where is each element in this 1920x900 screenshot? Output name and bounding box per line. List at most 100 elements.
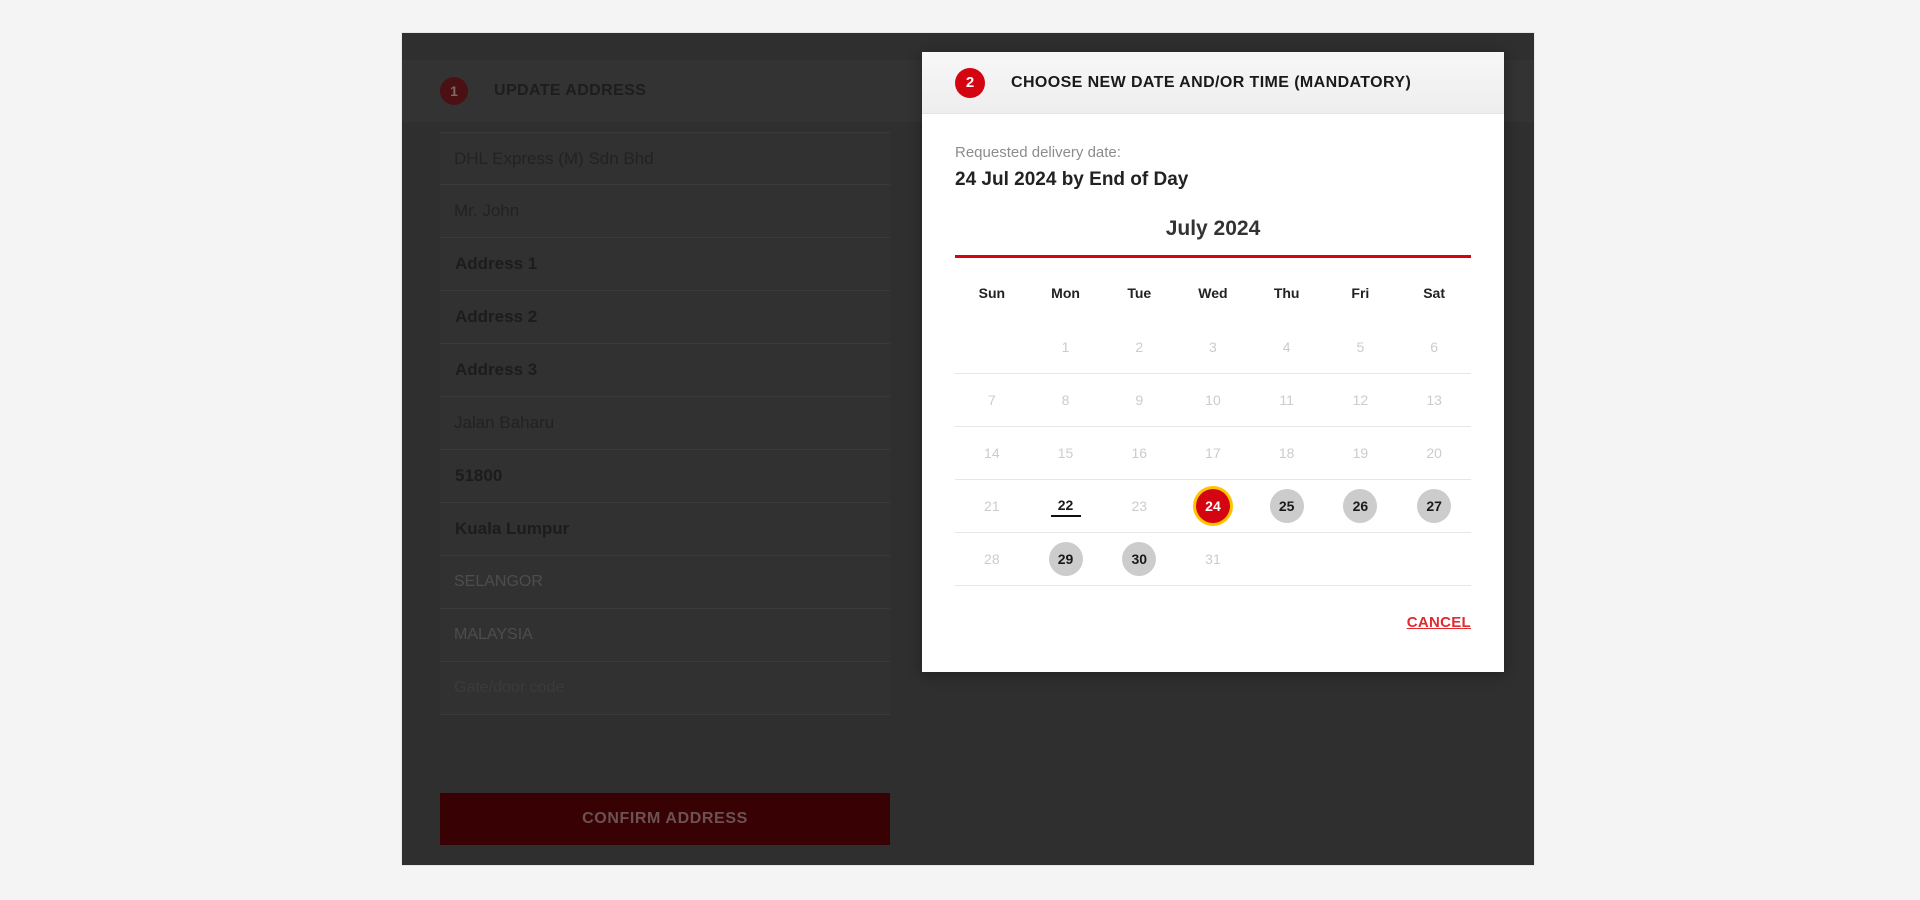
weekday-header-mon: Mon bbox=[1051, 285, 1080, 301]
calendar-month-title: July 2024 bbox=[1165, 217, 1261, 240]
weekday-header-sat: Sat bbox=[1423, 285, 1445, 301]
calendar-cell: 23 bbox=[1102, 479, 1177, 533]
calendar-day-3: 3 bbox=[1209, 339, 1217, 355]
address-field-5[interactable]: Jalan Baharu bbox=[440, 397, 890, 450]
address-field-9[interactable]: MALAYSIA bbox=[440, 609, 890, 662]
calendar-day-17: 17 bbox=[1205, 445, 1221, 461]
calendar-cell: 24 bbox=[1176, 479, 1250, 533]
address-field-8[interactable]: SELANGOR bbox=[440, 556, 890, 609]
calendar-day-1: 1 bbox=[1061, 339, 1070, 355]
choose-date-modal: 2 CHOOSE NEW DATE AND/OR TIME (MANDATORY… bbox=[922, 52, 1504, 672]
calendar-cell: 2 bbox=[1102, 321, 1176, 374]
calendar-day-29[interactable]: 29 bbox=[1048, 542, 1083, 576]
calendar-day-25[interactable]: 25 bbox=[1269, 489, 1304, 523]
calendar-cell: 10 bbox=[1176, 373, 1250, 427]
calendar-cell: 3 bbox=[1176, 321, 1250, 374]
calendar-cell-empty bbox=[1249, 532, 1324, 586]
requested-delivery-date-label: Requested delivery date: bbox=[955, 144, 1121, 161]
screen-root: 1 UPDATE ADDRESS DHL Express (M) Sdn Bhd… bbox=[0, 0, 1920, 900]
calendar-day-30[interactable]: 30 bbox=[1122, 542, 1157, 576]
modal-body: Requested delivery date: 24 Jul 2024 by … bbox=[922, 114, 1504, 586]
calendar-cell: 12 bbox=[1323, 373, 1398, 427]
calendar-day-4: 4 bbox=[1282, 339, 1291, 355]
calendar-day-21: 21 bbox=[984, 498, 1000, 514]
address-field-value-3: Address 2 bbox=[455, 307, 538, 326]
calendar-week-row: 21 22 23 24 25 26 27 bbox=[955, 479, 1471, 533]
calendar-day-14: 14 bbox=[984, 445, 1000, 461]
address-field-value-10: Gate/door code bbox=[454, 679, 565, 696]
address-field-6[interactable]: 51800 bbox=[440, 450, 890, 503]
modal-title: CHOOSE NEW DATE AND/OR TIME (MANDATORY) bbox=[1011, 73, 1412, 91]
address-field-value-7: Kuala Lumpur bbox=[455, 519, 570, 538]
calendar-week-row: 7 8 9 10 11 12 13 bbox=[955, 373, 1471, 427]
address-field-2[interactable]: Address 1 bbox=[440, 238, 890, 291]
calendar-day-6: 6 bbox=[1430, 339, 1438, 355]
calendar-day-5: 5 bbox=[1356, 339, 1365, 355]
address-field-value-9: MALAYSIA bbox=[454, 626, 533, 643]
update-address-title: UPDATE ADDRESS bbox=[494, 82, 647, 99]
address-field-value-5: Jalan Baharu bbox=[454, 413, 555, 432]
address-field-value-2: Address 1 bbox=[455, 254, 538, 273]
cancel-link[interactable]: CANCEL bbox=[1407, 614, 1471, 631]
step-1-badge: 1 bbox=[440, 77, 468, 105]
calendar-cell: 4 bbox=[1250, 321, 1324, 374]
weekday-header-thu: Thu bbox=[1273, 285, 1300, 301]
calendar-day-11: 11 bbox=[1279, 392, 1294, 408]
calendar-week-row: 14 15 16 17 18 19 20 bbox=[955, 426, 1471, 480]
requested-delivery-date-value: 24 Jul 2024 by End of Day bbox=[955, 169, 1189, 190]
calendar-day-31: 31 bbox=[1205, 551, 1221, 567]
address-field-10[interactable]: Gate/door code bbox=[440, 662, 890, 715]
weekday-header-fri: Fri bbox=[1351, 285, 1370, 301]
calendar-cell: 17 bbox=[1176, 426, 1250, 480]
calendar-weeks: 1 2 3 4 5 6 7 8 9 10 11 12 13 14 15 16 17 18 19 20 21 22 23 24 2… bbox=[955, 321, 1471, 586]
calendar-day-22: 22 bbox=[1050, 495, 1081, 517]
address-field-7[interactable]: Kuala Lumpur bbox=[440, 503, 890, 556]
weekday-header-sun: Sun bbox=[978, 285, 1006, 301]
weekday-header-wed: Wed bbox=[1198, 285, 1228, 301]
address-field-value-6: 51800 bbox=[455, 466, 503, 485]
weekday-header-tue: Tue bbox=[1127, 285, 1152, 301]
calendar-day-12: 12 bbox=[1352, 392, 1369, 408]
calendar-cell: 16 bbox=[1102, 426, 1177, 480]
step-2-badge: 2 bbox=[955, 67, 985, 98]
calendar-cell-empty bbox=[955, 321, 1029, 374]
calendar-cell: 15 bbox=[1028, 426, 1103, 480]
address-field-value-1: Mr. John bbox=[454, 201, 520, 220]
calendar-day-28: 28 bbox=[984, 551, 1000, 567]
calendar-weekday-header-row: Sun Mon Tue Wed Thu Fri Sat bbox=[955, 284, 1471, 321]
calendar-week-row: 28 29 30 31 bbox=[955, 532, 1471, 586]
calendar-cell: 18 bbox=[1249, 426, 1324, 480]
calendar-week-row: 1 2 3 4 5 6 bbox=[955, 321, 1471, 374]
calendar-cell: 20 bbox=[1397, 426, 1471, 480]
calendar-day-8: 8 bbox=[1061, 392, 1070, 408]
calendar-day-20: 20 bbox=[1426, 445, 1442, 461]
calendar-cell: 8 bbox=[1028, 373, 1103, 427]
modal-header: 2 CHOOSE NEW DATE AND/OR TIME (MANDATORY… bbox=[922, 52, 1504, 114]
calendar-day-19: 19 bbox=[1352, 445, 1369, 461]
calendar-cell: 26 bbox=[1323, 479, 1398, 533]
calendar-red-divider bbox=[955, 255, 1471, 258]
calendar-day-26[interactable]: 26 bbox=[1343, 489, 1378, 523]
calendar-cell: 22 bbox=[1028, 479, 1103, 533]
calendar-cell: 6 bbox=[1397, 321, 1471, 374]
calendar-cell-empty bbox=[1323, 532, 1398, 586]
calendar-cell: 1 bbox=[1029, 321, 1103, 374]
address-field-0[interactable]: DHL Express (M) Sdn Bhd bbox=[440, 132, 890, 185]
confirm-address-button[interactable]: CONFIRM ADDRESS bbox=[440, 793, 890, 845]
address-field-3[interactable]: Address 2 bbox=[440, 291, 890, 344]
calendar-day-27[interactable]: 27 bbox=[1417, 489, 1452, 523]
address-field-value-8: SELANGOR bbox=[454, 573, 543, 590]
address-field-4[interactable]: Address 3 bbox=[440, 344, 890, 397]
address-form: DHL Express (M) Sdn Bhd Mr. John Address 1… bbox=[440, 132, 890, 715]
calendar-day-24[interactable]: 24 bbox=[1195, 489, 1230, 523]
calendar-day-7: 7 bbox=[987, 392, 996, 408]
calendar-grid: Sun Mon Tue Wed Thu Fri Sat 1 2 3 4 5 6 7 8 9 10 11 12 13 1… bbox=[955, 284, 1471, 586]
address-field-value-4: Address 3 bbox=[455, 360, 538, 379]
address-field-1[interactable]: Mr. John bbox=[440, 185, 890, 238]
calendar-cell: 9 bbox=[1102, 373, 1177, 427]
calendar-day-18: 18 bbox=[1278, 445, 1295, 461]
calendar-cell: 21 bbox=[955, 479, 1029, 533]
calendar-cell: 19 bbox=[1323, 426, 1398, 480]
calendar-day-13: 13 bbox=[1426, 392, 1442, 408]
calendar-cell: 14 bbox=[955, 426, 1029, 480]
